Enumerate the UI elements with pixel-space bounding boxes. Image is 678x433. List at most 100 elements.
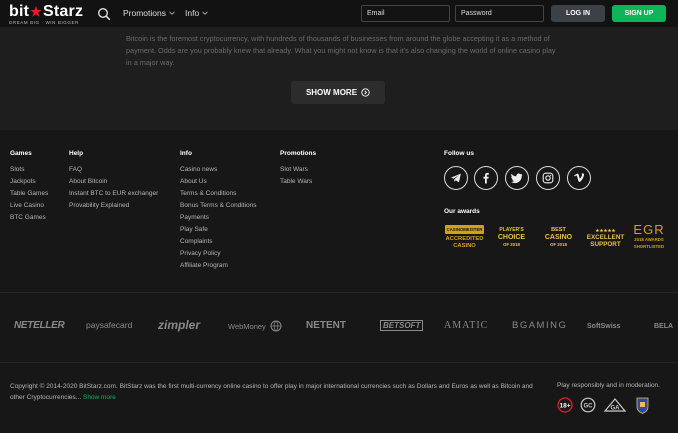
footer-col-title: Help [69, 150, 84, 157]
award-line: OF 2018 [550, 241, 567, 247]
signup-button[interactable]: SIGN UP [612, 5, 666, 22]
footer-link[interactable]: Privacy Policy [180, 248, 256, 260]
footer-link[interactable]: Terms & Conditions [180, 188, 256, 200]
email-field[interactable]: Email [361, 5, 450, 22]
award-line: ACCREDITED [445, 235, 484, 242]
instagram-icon[interactable] [536, 166, 560, 190]
nav-promotions[interactable]: Promotions [123, 8, 175, 18]
award-line: CASINOMEISTER [444, 224, 485, 234]
provider-bgaming-logo: BGAMING [512, 320, 568, 331]
vimeo-icon[interactable] [567, 166, 591, 190]
logo-star-icon: ★ [30, 4, 43, 19]
gamcare-icon: GC [580, 397, 596, 418]
award-line: SHORTLISTED [633, 244, 665, 249]
footer-link[interactable]: Jackpots [10, 176, 48, 188]
payment-zimpler-logo: zimpler [158, 318, 201, 332]
footer-link[interactable]: About Us [180, 176, 256, 188]
gamcare-badge-label: GC [584, 404, 594, 410]
logo-wordmark: bit ★ Starz [9, 3, 83, 21]
provider-bela-logo: BELA [654, 323, 674, 330]
search-icon[interactable] [97, 7, 111, 21]
bitstarz-logo[interactable]: bit ★ Starz DREAM BIG · WIN BIGGER [9, 3, 83, 25]
footer-col-help: Help FAQ About Bitcoin Instant BTC to EU… [69, 150, 158, 212]
award-line: EGR [633, 222, 665, 237]
footer-link[interactable]: Provability Explained [69, 200, 158, 212]
payment-neteller-logo: NETELLER [14, 320, 65, 331]
login-button[interactable]: LOG IN [551, 5, 605, 22]
copyright-text: Copyright © 2014-2020 BitStarz.com. BitS… [10, 382, 540, 403]
footer-col-games: Games Slots Jackpots Table Games Live Ca… [10, 150, 48, 224]
ga-badge-label: GA [611, 406, 621, 412]
chevron-down-icon [169, 11, 175, 15]
twitter-icon[interactable] [505, 166, 529, 190]
age-18-plus-icon: 18+ [557, 397, 573, 418]
award-excellent-support: ★★★★★ EXCELLENT SUPPORT [584, 224, 627, 250]
award-egr: EGR 2018 AWARDS SHORTLISTED [629, 222, 669, 250]
footer-link[interactable]: Complaints [180, 236, 256, 248]
logo-text-left: bit [9, 3, 30, 20]
follow-us-title: Follow us [444, 150, 474, 157]
award-line: ★★★★★ [595, 227, 616, 233]
footer-col-title: Games [10, 150, 32, 157]
footer-divider [0, 362, 678, 363]
responsible-gaming-text: Play responsibly and in moderation. [557, 382, 660, 389]
footer-link[interactable]: Live Casino [10, 200, 48, 212]
nav-info[interactable]: Info [185, 8, 208, 18]
footer-link[interactable]: FAQ [69, 164, 158, 176]
footer-link[interactable]: Bonus Terms & Conditions [180, 200, 256, 212]
footer-link[interactable]: Table Games [10, 188, 48, 200]
footer-link[interactable]: Table Wars [280, 176, 316, 188]
password-field[interactable]: Password [455, 5, 544, 22]
curacao-license-icon [636, 397, 649, 419]
payment-paysafecard-logo: paysafecard [86, 320, 133, 330]
footer-col-title: Promotions [280, 150, 317, 157]
award-line: CASINO [544, 233, 573, 241]
footer-link[interactable]: Slots [10, 164, 48, 176]
show-more-button[interactable]: SHOW MORE [291, 81, 385, 104]
provider-amatic-logo: AMATIC [444, 320, 489, 331]
award-line: 2018 AWARDS [634, 237, 664, 242]
top-header: bit ★ Starz DREAM BIG · WIN BIGGER Promo… [0, 0, 678, 27]
awards-title: Our awards [444, 208, 480, 215]
award-line: EXCELLENT [586, 233, 625, 241]
footer-link[interactable]: About Bitcoin [69, 176, 158, 188]
footer-link[interactable]: Play Safe [180, 224, 256, 236]
footer-col-promotions: Promotions Slot Wars Table Wars [280, 150, 316, 188]
arrow-circle-icon [361, 88, 370, 97]
webmoney-globe-icon [270, 320, 282, 332]
provider-softswiss-logo: SoftSwiss [587, 323, 621, 330]
show-more-link[interactable]: Show more [83, 394, 116, 401]
nav-promotions-label: Promotions [123, 8, 166, 18]
footer-link[interactable]: Instant BTC to EUR exchanger [69, 188, 158, 200]
award-line: OF 2018 [503, 241, 520, 247]
logo-text-right: Starz [43, 3, 84, 20]
chevron-down-icon [202, 11, 208, 15]
award-players-choice: PLAYER'S CHOICE OF 2018 [490, 224, 533, 250]
facebook-icon[interactable] [474, 166, 498, 190]
provider-netent-logo: NETENT [306, 320, 346, 331]
award-line: SUPPORT [590, 240, 621, 248]
gamblers-anonymous-icon: GA [603, 397, 627, 418]
seo-article: Bitcoin is the foremost cryptocurrency, … [0, 27, 678, 130]
provider-betsoft-logo: BETSOFT [380, 320, 424, 331]
telegram-icon[interactable] [444, 166, 468, 190]
nav-info-label: Info [185, 8, 200, 18]
award-line: CHOICE [497, 233, 526, 241]
age-badge-label: 18+ [559, 403, 570, 410]
footer-link[interactable]: Slot Wars [280, 164, 316, 176]
footer-col-title: Info [180, 150, 192, 157]
footer-link[interactable]: Payments [180, 212, 256, 224]
award-casinomeister: CASINOMEISTER ACCREDITED CASINO [443, 224, 486, 250]
site-footer: Games Slots Jackpots Table Games Live Ca… [0, 130, 678, 433]
award-best-casino: BEST CASINO OF 2018 [537, 224, 580, 250]
award-line: BEST [551, 226, 566, 233]
footer-link[interactable]: BTC Games [10, 212, 48, 224]
article-text: Bitcoin is the foremost cryptocurrency, … [126, 34, 556, 67]
footer-link[interactable]: Affiliate Program [180, 260, 256, 272]
show-more-label: SHOW MORE [305, 88, 358, 97]
award-line: CASINO [453, 242, 476, 249]
payment-webmoney-logo: WebMoney [228, 322, 266, 331]
footer-col-info: Info Casino news About Us Terms & Condit… [180, 150, 256, 272]
logo-tagline: DREAM BIG · WIN BIGGER [9, 20, 79, 25]
footer-link[interactable]: Casino news [180, 164, 256, 176]
